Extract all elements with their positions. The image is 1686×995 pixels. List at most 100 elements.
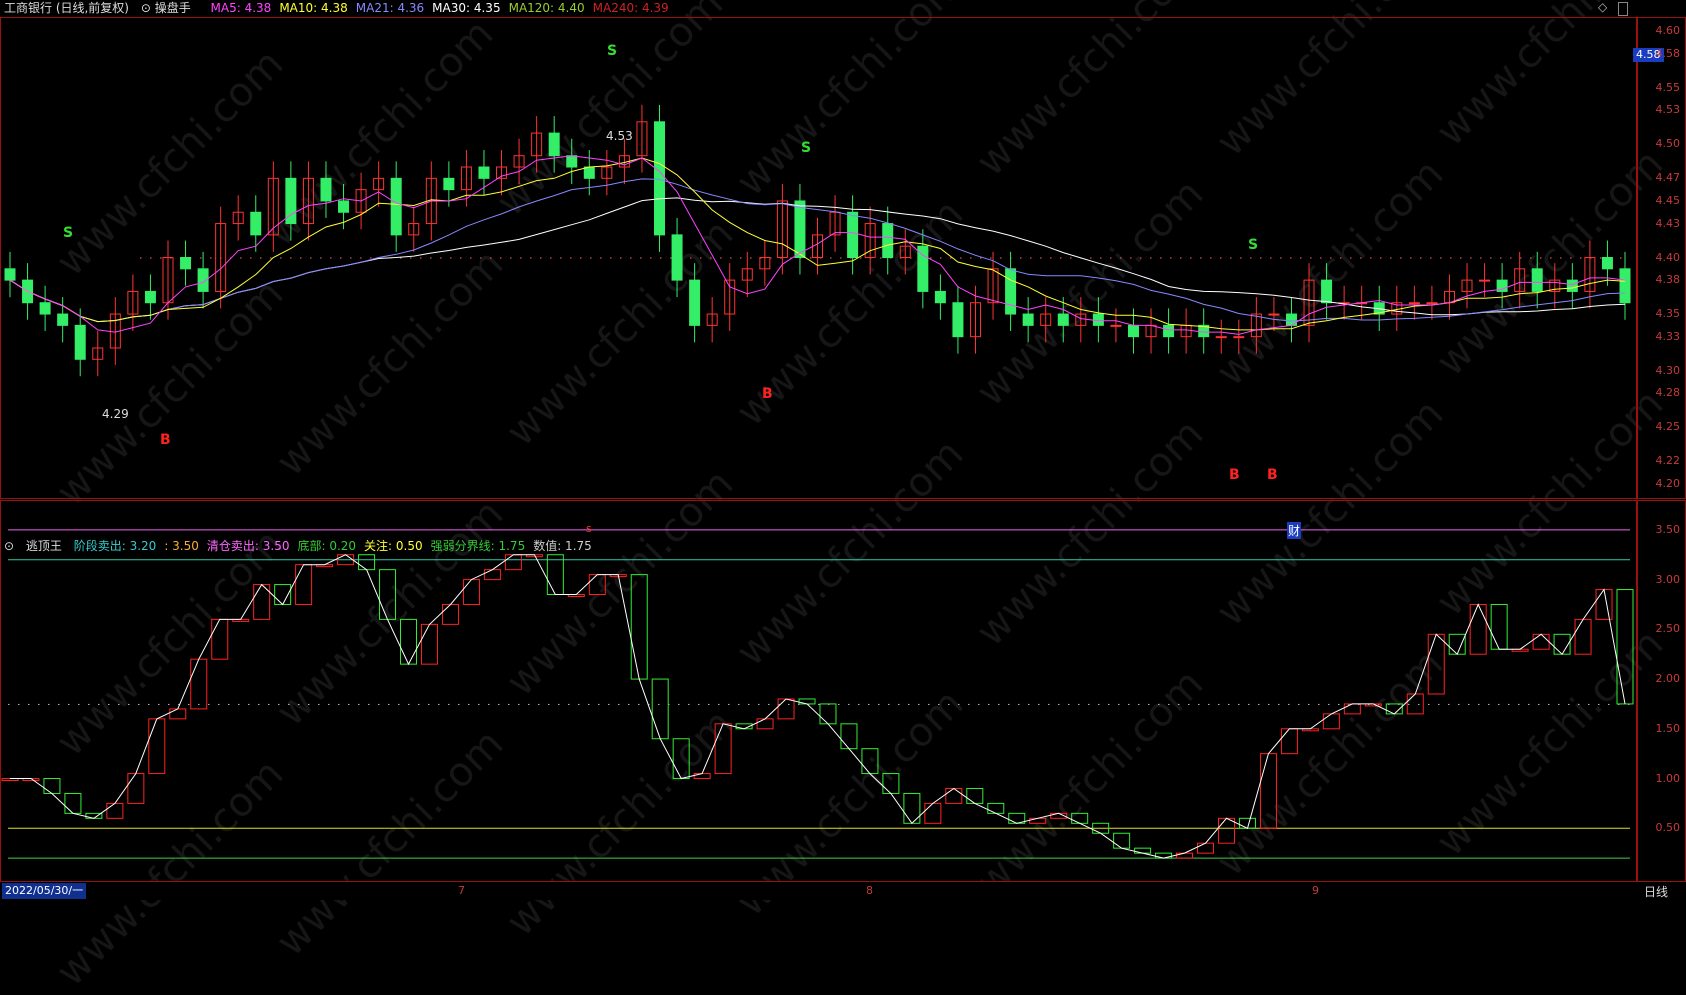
ma240-dot [1130, 257, 1132, 259]
ma240-dot [840, 257, 842, 259]
candle-body [1426, 302, 1438, 305]
indicator-box [546, 554, 564, 596]
reference-dot [1018, 703, 1020, 705]
sub-toggle-icon[interactable]: ⊙ [4, 539, 14, 553]
indicator-box [588, 574, 606, 596]
ma240-dot [1060, 257, 1062, 259]
ma240-dot [1090, 257, 1092, 259]
reference-dot [58, 703, 60, 705]
reference-dot [538, 703, 540, 705]
price-tick: 4.53 [1655, 103, 1681, 117]
sell-signal: S [607, 43, 618, 59]
sub-tick: 3.50 [1655, 522, 1681, 536]
ma240-dot [620, 257, 622, 259]
ma240-dot [640, 257, 642, 259]
reference-dot [1048, 703, 1050, 705]
ma240-dot [1050, 257, 1052, 259]
reference-dot [1028, 703, 1030, 705]
ma240-dot [350, 257, 352, 259]
price-tick: 4.43 [1655, 216, 1681, 230]
ma240-dot [700, 257, 702, 259]
ma240-dot [750, 257, 752, 259]
ma240-dot [1500, 257, 1502, 259]
indicator-box [1448, 633, 1466, 655]
reference-dot [1528, 703, 1530, 705]
reference-dot [308, 703, 310, 705]
small-s-marker: s [586, 522, 592, 535]
reference-dot [838, 703, 840, 705]
reference-dot [1158, 703, 1160, 705]
indicator-box [1197, 842, 1215, 854]
candle-body [882, 223, 894, 258]
indicator-box [1217, 817, 1235, 844]
candle-body [1601, 257, 1613, 270]
ma240-dot [140, 257, 142, 259]
scroll-handle[interactable] [1618, 2, 1628, 16]
high-price-label: 4.53 [606, 129, 633, 143]
candle-body [144, 290, 156, 304]
ma240-dot [1410, 257, 1412, 259]
indicator-line [10, 554, 1626, 859]
ma-legend-item: MA5: 4.38 [210, 1, 272, 15]
reference-dot [718, 703, 720, 705]
reference-dot [428, 703, 430, 705]
reference-dot [758, 703, 760, 705]
reference-dot [948, 703, 950, 705]
indicator-box [420, 623, 438, 665]
reference-dot [118, 703, 120, 705]
reference-dot [888, 703, 890, 705]
price-tick: 4.30 [1655, 363, 1681, 377]
indicator-box [462, 579, 480, 605]
reference-dot [448, 703, 450, 705]
stock-title[interactable]: 工商银行 (日线,前复权) [4, 1, 129, 15]
sub-legend-item: 阶段卖出: 3.20 [73, 539, 157, 553]
period-tab-daily[interactable]: 日线 [1644, 883, 1668, 900]
reference-dot [88, 703, 90, 705]
reference-dot [938, 703, 940, 705]
candle-body [671, 234, 683, 281]
ma240-dot [210, 257, 212, 259]
time-axis-bar: 2022/05/30/一 7 8 9 日线 [0, 881, 1686, 900]
reference-dot [318, 703, 320, 705]
reference-dot [1288, 703, 1290, 705]
price-tick: 4.60 [1655, 24, 1681, 38]
candle-body [1479, 279, 1491, 282]
reference-dot [498, 703, 500, 705]
reference-dot [138, 703, 140, 705]
reference-dot [1278, 703, 1280, 705]
indicator-box [1469, 603, 1487, 655]
ma240-dot [1360, 257, 1362, 259]
ma240-dot [1430, 257, 1432, 259]
indicator-box [127, 773, 145, 804]
reference-dot [1218, 703, 1220, 705]
reference-dot [18, 703, 20, 705]
reference-dot [848, 703, 850, 705]
ma240-dot [1120, 257, 1122, 259]
chart-canvas[interactable] [0, 0, 1686, 899]
ma240-dot [970, 257, 972, 259]
indicator-box [1134, 847, 1152, 854]
reference-dot [108, 703, 110, 705]
indicator-box [924, 802, 942, 824]
indicator-box [1616, 589, 1634, 705]
indicator-toggle[interactable]: ⊙ 操盘手 [141, 1, 199, 15]
reference-dot [628, 703, 630, 705]
indicator-box [693, 773, 711, 780]
ma240-dot [990, 257, 992, 259]
reference-dot [408, 703, 410, 705]
candle-body [1619, 268, 1631, 304]
reference-dot [988, 703, 990, 705]
ma240-dot [1530, 257, 1532, 259]
reference-dot [1498, 703, 1500, 705]
sub-indicator-title[interactable]: 逃顶王 [26, 539, 62, 553]
financial-report-marker[interactable]: 财 [1287, 522, 1302, 539]
indicator-box [190, 658, 208, 710]
reference-dot [398, 703, 400, 705]
sell-signal: S [63, 225, 74, 241]
ma240-dot [570, 257, 572, 259]
ma240-dot [1030, 257, 1032, 259]
indicator-box [840, 723, 858, 750]
settings-diamond-icon[interactable]: ◇ [1598, 0, 1607, 14]
reference-dot [148, 703, 150, 705]
reference-dot [1108, 703, 1110, 705]
